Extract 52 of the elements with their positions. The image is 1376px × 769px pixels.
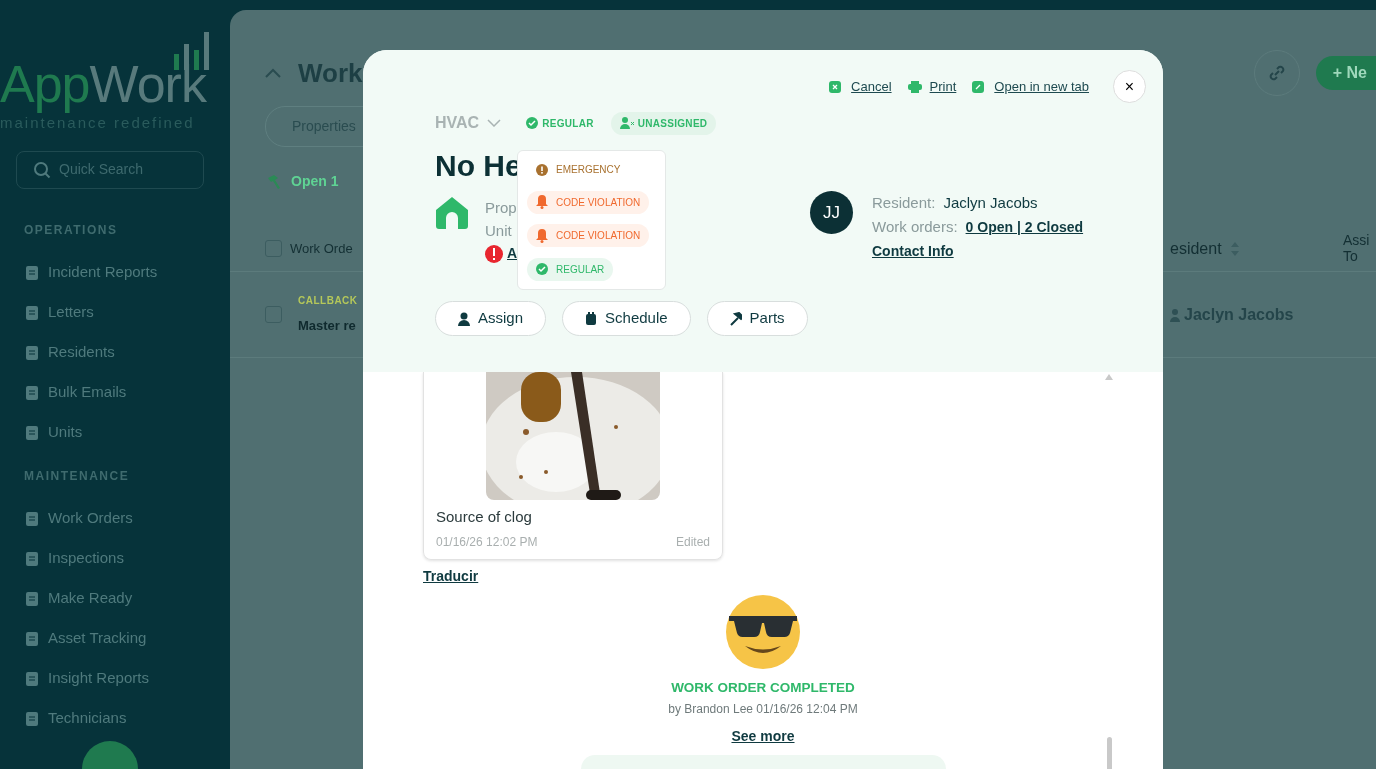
sidebar-item[interactable]: Asset Tracking [0, 618, 230, 659]
sidebar-item[interactable]: Incident Reports [0, 252, 230, 293]
see-more-link[interactable]: See more [731, 725, 795, 747]
assignee-badge[interactable]: UNASSIGNED [610, 111, 717, 135]
address-link[interactable]: A [507, 242, 518, 265]
sidebar-item[interactable]: Letters [0, 292, 230, 333]
menu-option[interactable]: CODE VIOLATION [527, 224, 650, 247]
open-tab[interactable]: Open 1 [267, 171, 339, 192]
event-byline: by Brandon Lee 01/16/26 12:04 PM [668, 700, 858, 718]
sidebar-item[interactable]: Work Orders [0, 498, 230, 539]
work-order-title[interactable]: Master re [298, 316, 356, 336]
header-link[interactable]: Print [929, 76, 957, 97]
priority-badge[interactable]: REGULAR [517, 111, 603, 135]
sidebar-item[interactable]: Residents [0, 332, 230, 373]
section-heading: MAINTENANCE [23, 467, 131, 485]
resident-name: Jaclyn Jacobs [943, 193, 1038, 213]
menu-option[interactable]: EMERGENCY [527, 158, 630, 181]
column-header: Assi To [1343, 233, 1371, 264]
action-button[interactable]: Parts [706, 301, 808, 336]
action-button[interactable]: Assign [435, 301, 547, 336]
search-field[interactable]: Quick Search [16, 150, 204, 189]
event-title: WORK ORDER COMPLETED [671, 678, 855, 697]
sidebar-item[interactable]: Technicians [0, 698, 230, 739]
contact-link[interactable]: Contact Info [872, 239, 954, 263]
logo-text: Work [89, 58, 206, 110]
menu-option[interactable]: CODE VIOLATION [527, 190, 650, 214]
field-label: Work orders: [872, 217, 958, 237]
column-header: Work Orde [290, 239, 353, 258]
edited-label: Edited [675, 533, 710, 551]
header-link[interactable]: Open in new tab [994, 76, 1089, 97]
photo-caption: Source of clog [436, 507, 533, 527]
sidebar-item[interactable]: Make Ready [0, 578, 230, 619]
avatar: JJ [810, 191, 853, 234]
new-button[interactable]: + Ne [1315, 56, 1376, 90]
translate-link[interactable]: Traducir [423, 565, 479, 587]
sidebar-item[interactable]: Insight Reports [0, 658, 230, 699]
tag-label: CALLBACK [298, 294, 358, 309]
field-label: Resident: [872, 193, 936, 213]
sidebar-item[interactable]: Units [0, 412, 230, 453]
menu-option[interactable]: REGULAR [527, 257, 614, 281]
close-button[interactable]: × [1113, 70, 1146, 103]
column-header: esident [1170, 238, 1222, 259]
sidebar-item[interactable]: Inspections [0, 538, 230, 579]
orders-link[interactable]: 0 Open | 2 Closed [965, 215, 1084, 239]
header-link[interactable]: Cancel [851, 76, 892, 97]
category-dropdown[interactable]: HVAC [435, 111, 502, 135]
property-label: Prop [485, 198, 518, 218]
timestamp: 01/16/26 12:02 PM [436, 533, 538, 551]
action-button[interactable]: Schedule [562, 301, 691, 336]
property-label: Unit [485, 221, 513, 241]
sidebar-item[interactable]: Bulk Emails [0, 372, 230, 413]
section-heading: OPERATIONS [23, 221, 119, 239]
